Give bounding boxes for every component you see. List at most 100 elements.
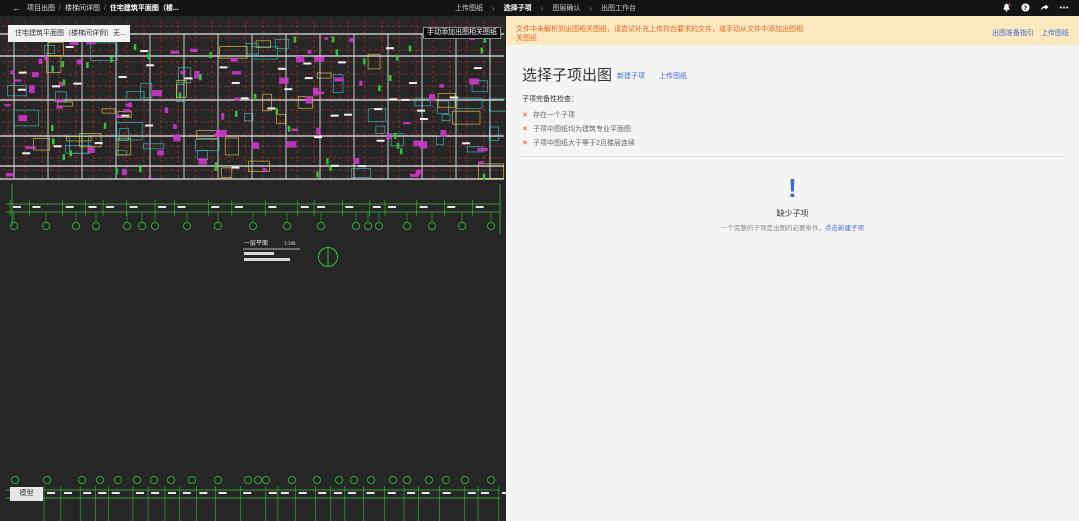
fixture-mark xyxy=(87,147,95,153)
fixture-mark xyxy=(13,79,22,82)
bell-icon[interactable] xyxy=(1002,3,1011,14)
step-select-subitem[interactable]: 选择子项 xyxy=(504,3,532,13)
fixture-mark xyxy=(291,128,299,132)
fixture-mark xyxy=(190,48,198,53)
model-tab[interactable]: 模型 xyxy=(10,487,43,501)
dimension-label xyxy=(345,206,354,208)
room-tag xyxy=(419,118,428,121)
dimension-label xyxy=(300,206,309,208)
dimension-label xyxy=(177,206,186,208)
room-tag xyxy=(118,76,127,79)
drawing-viewer[interactable]: 一层平面 1:100 住宅建筑平面图（楼梯间详例）无... 手动添加出图相关图纸 … xyxy=(0,16,506,521)
fixture-mark xyxy=(324,37,328,41)
plan-scale-label: 1:100 xyxy=(284,241,296,246)
column-mark xyxy=(103,122,107,129)
breadcrumb-item-project[interactable]: 项目出图 xyxy=(27,3,55,13)
warning-message: 文件中未解析到出图相关图纸，请尝试补充上传符合要求的文件，或手动从文件中添加出图… xyxy=(516,26,803,42)
plan-note xyxy=(244,258,290,261)
step-layer-confirm[interactable]: 图层确认 xyxy=(552,3,580,13)
axis-bubble xyxy=(261,475,270,484)
room-tag xyxy=(374,108,383,111)
column-mark xyxy=(51,65,54,72)
dimension-label xyxy=(442,492,451,494)
dimension-label xyxy=(98,492,107,494)
column-mark xyxy=(331,36,335,43)
create-subitem-link[interactable]: 点击新建子项 xyxy=(825,225,864,232)
room-outline xyxy=(57,101,73,107)
column-mark xyxy=(209,52,212,59)
file-name-tag[interactable]: 住宅建筑平面图（楼梯间详例）无... xyxy=(8,25,130,42)
share-icon[interactable] xyxy=(1040,3,1049,14)
room-outline xyxy=(375,125,386,134)
fixture-mark xyxy=(25,146,37,149)
room-outline xyxy=(126,91,145,101)
column-mark xyxy=(326,158,329,165)
banner-upload-link[interactable]: 上传图纸 xyxy=(1041,28,1069,38)
dimension-label xyxy=(372,206,381,208)
fixture-mark xyxy=(415,169,422,175)
step-upload[interactable]: 上传图纸 xyxy=(455,3,483,13)
fixture-mark xyxy=(122,109,131,113)
column-mark xyxy=(275,108,279,115)
divider xyxy=(521,156,1063,157)
column-mark xyxy=(62,154,66,161)
room-tag xyxy=(65,45,74,48)
column-mark xyxy=(234,110,238,117)
column-mark xyxy=(378,85,381,92)
guide-link[interactable]: 出图准备指引 xyxy=(992,28,1034,38)
dimension-label xyxy=(158,206,167,208)
axis-bubble xyxy=(42,221,51,230)
fixture-mark xyxy=(10,70,15,75)
dimension-label xyxy=(387,492,396,494)
room-tag xyxy=(219,66,228,69)
axis-bubble xyxy=(312,475,321,484)
empty-state-title: 缺少子项 xyxy=(776,209,809,218)
column-mark xyxy=(147,53,151,60)
room-tag xyxy=(303,62,312,65)
column-mark xyxy=(69,150,72,157)
svg-text:?: ? xyxy=(1024,4,1028,11)
room-outline xyxy=(316,72,332,79)
room-tag xyxy=(184,77,193,80)
axis-bubble xyxy=(388,475,397,484)
fixture-mark xyxy=(305,96,313,104)
axis-bubble xyxy=(460,475,469,484)
axis-bubble xyxy=(10,475,19,484)
fixture-mark xyxy=(230,57,238,62)
fixture-mark xyxy=(231,71,242,75)
fixture-mark xyxy=(56,105,63,109)
axis-bubble xyxy=(9,221,18,230)
axis-bubble xyxy=(166,475,175,484)
cad-drawing-canvas[interactable]: 一层平面 1:100 xyxy=(0,16,506,521)
fixture-mark xyxy=(151,90,162,97)
dimension-label xyxy=(481,492,490,494)
dimension-label xyxy=(106,206,115,208)
help-icon[interactable]: ? xyxy=(1021,2,1030,14)
breadcrumb-item-folder[interactable]: 楼梯间详图 xyxy=(65,3,100,13)
upload-drawing-link[interactable]: 上传图纸 xyxy=(659,71,687,81)
fixture-mark xyxy=(469,78,480,85)
dimension-label xyxy=(168,492,177,494)
room-tag xyxy=(409,81,418,84)
arrow-left-icon[interactable]: ← xyxy=(12,3,21,13)
step-workbench[interactable]: 出图工作台 xyxy=(601,3,636,13)
room-tag xyxy=(22,152,31,155)
more-icon[interactable] xyxy=(1059,3,1069,14)
fixture-mark xyxy=(157,150,164,156)
banner-links: 出图准备指引 上传图纸 xyxy=(992,28,1069,38)
room-tag xyxy=(314,136,323,139)
fixture-mark xyxy=(54,99,64,102)
check-item-label: 子项中图纸均为建筑专业平面图 xyxy=(533,126,631,133)
fixture-mark xyxy=(28,85,35,94)
axis-bubble xyxy=(427,221,436,230)
new-subitem-link[interactable]: 新建子项 xyxy=(617,71,645,81)
room-tag xyxy=(417,109,426,112)
axis-bubble xyxy=(363,221,372,230)
fixture-mark xyxy=(359,80,363,86)
fixture-mark xyxy=(5,172,14,177)
top-bar: ← 项目出图 / 楼梯间详图 / 住宅建筑平面图（楼... 上传图纸 › 选择子… xyxy=(0,0,1079,16)
room-tag xyxy=(94,142,103,145)
room-outline xyxy=(221,167,233,179)
manual-add-drawing-button[interactable]: 手动添加出图相关图纸 xyxy=(423,27,501,39)
dimension-label xyxy=(218,492,227,494)
